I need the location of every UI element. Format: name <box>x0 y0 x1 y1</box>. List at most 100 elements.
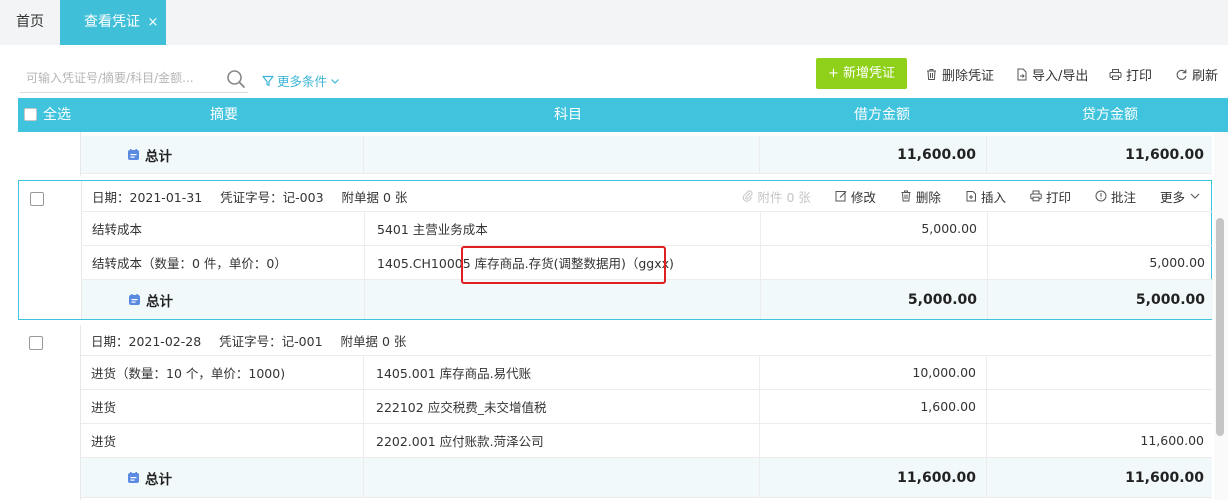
total-subject-cell <box>363 458 759 497</box>
select-all-checkbox[interactable] <box>24 108 37 121</box>
voucher-info: 日期：2021-01-31 凭证字号：记-003 附单据 0 张 <box>92 181 407 211</box>
voucher-date: 日期：2021-01-31 <box>92 189 203 205</box>
refresh-button[interactable]: 刷新 <box>1175 65 1218 84</box>
chevron-down-icon <box>331 78 339 84</box>
voucher-info-row: 日期：2021-01-31 凭证字号：记-003 附单据 0 张 附件 0 张 … <box>82 181 1213 212</box>
delete-voucher-button[interactable]: 删除凭证 <box>925 65 994 84</box>
select-column <box>18 132 81 176</box>
entry-subject: 5401 主营业务成本 <box>364 212 760 245</box>
entry-debit: 5,000.00 <box>760 212 987 245</box>
total-debit: 5,000.00 <box>760 280 987 319</box>
entry-summary: 进货 <box>91 434 117 449</box>
total-label: 总计 <box>128 280 173 319</box>
column-header-subject: 科目 <box>554 107 582 123</box>
entry-summary: 结转成本（数量：0 件，单价：0） <box>92 256 287 271</box>
column-header-summary: 摘要 <box>210 107 238 123</box>
entry-credit <box>986 356 1212 389</box>
total-label-text: 总计 <box>145 471 172 488</box>
voucher-attachments: 附单据 0 张 <box>340 333 407 349</box>
voucher-checkbox[interactable] <box>29 336 43 350</box>
more-conditions-button[interactable]: 更多条件 <box>262 71 340 90</box>
entry-credit: 11,600.00 <box>986 424 1212 457</box>
total-row: 总计 5,000.00 5,000.00 <box>82 280 1213 319</box>
table-row[interactable]: 进货（数量：10 个，单价：1000) 1405.001 库存商品.易代账 10… <box>81 356 1212 390</box>
printer-icon <box>1109 69 1122 80</box>
tab-home[interactable]: 首页 <box>0 0 60 45</box>
total-label-text: 总计 <box>145 148 172 165</box>
scrollbar-thumb[interactable] <box>1216 218 1224 436</box>
entry-debit: 1,600.00 <box>759 390 986 423</box>
paperclip-icon <box>742 190 752 202</box>
search-box <box>20 65 248 93</box>
total-label: 总计 <box>127 458 172 497</box>
edit-icon <box>835 191 847 202</box>
print-button[interactable]: 打印 <box>1109 65 1152 84</box>
table-row[interactable]: 进货 222102 应交税费_未交增值税 1,600.00 <box>81 390 1212 424</box>
import-icon <box>1017 68 1027 81</box>
edit-button[interactable]: 修改 <box>835 187 876 206</box>
search-icon[interactable] <box>226 69 246 89</box>
voucher-group[interactable]: 日期：2021-01-31 凭证字号：记-003 附单据 0 张 附件 0 张 … <box>18 180 1213 320</box>
voucher-info: 日期：2021-02-28 凭证字号：记-001 附单据 0 张 <box>91 325 406 355</box>
entry-credit <box>986 390 1212 423</box>
entry-debit <box>760 246 987 279</box>
voucher-actions: 附件 0 张 修改 删除 插入 打印 批注 更多 <box>742 181 1214 211</box>
total-label: 总计 <box>127 136 172 173</box>
total-debit: 11,600.00 <box>759 458 986 497</box>
delete-voucher-label: 删除凭证 <box>942 69 995 84</box>
edit-label: 修改 <box>850 189 876 205</box>
toolbar: 更多条件 + 新增凭证 删除凭证 导入/导出 打印 刷新 <box>0 45 1228 98</box>
table-row[interactable]: 进货 2202.001 应付账款.菏泽公司 11,600.00 <box>81 424 1212 458</box>
calendar-icon <box>128 472 139 483</box>
total-debit: 11,600.00 <box>759 136 986 173</box>
delete-button[interactable]: 删除 <box>900 187 941 206</box>
print-voucher-button[interactable]: 打印 <box>1030 187 1071 206</box>
voucher-date: 日期：2021-02-28 <box>91 333 202 349</box>
total-credit: 5,000.00 <box>987 280 1213 319</box>
entry-credit <box>987 212 1213 245</box>
entry-summary: 进货（数量：10 个，单价：1000) <box>91 366 286 381</box>
delete-label: 删除 <box>915 189 941 205</box>
calendar-icon <box>128 149 139 160</box>
import-export-button[interactable]: 导入/导出 <box>1015 65 1088 84</box>
table-row[interactable]: 结转成本（数量：0 件，单价：0） 1405.CH10005 库存商品.存货(调… <box>82 246 1213 280</box>
trash-icon <box>901 190 911 202</box>
entry-summary: 结转成本 <box>92 222 143 237</box>
search-input[interactable] <box>20 65 216 91</box>
select-all[interactable]: 全选 <box>24 98 71 132</box>
entry-credit: 5,000.00 <box>987 246 1213 279</box>
total-subject-cell <box>363 136 759 173</box>
refresh-icon <box>1176 69 1187 80</box>
printer-icon <box>1030 190 1042 202</box>
voucher-group[interactable]: 日期：2021-02-28 凭证字号：记-001 附单据 0 张 进货（数量：1… <box>18 325 1212 500</box>
close-icon[interactable]: × <box>147 15 158 30</box>
table-row[interactable]: 结转成本 5401 主营业务成本 5,000.00 <box>82 212 1213 246</box>
entry-debit <box>759 424 986 457</box>
tab-view-voucher-label: 查看凭证 <box>84 14 140 30</box>
scrollbar[interactable] <box>1214 132 1228 500</box>
more-button[interactable]: 更多 <box>1160 187 1201 206</box>
tab-bar: 首页 查看凭证 × <box>0 0 1228 45</box>
filter-icon <box>262 75 274 86</box>
print-voucher-label: 打印 <box>1045 189 1071 205</box>
annotate-button[interactable]: 批注 <box>1095 187 1136 206</box>
voucher-checkbox[interactable] <box>30 192 44 206</box>
entry-subject: 1405.001 库存商品.易代账 <box>363 356 759 389</box>
insert-button[interactable]: 插入 <box>965 187 1006 206</box>
more-conditions-label: 更多条件 <box>277 74 328 89</box>
insert-label: 插入 <box>980 189 1006 205</box>
add-voucher-button[interactable]: + 新增凭证 <box>816 58 907 89</box>
attachment-button[interactable]: 附件 0 张 <box>742 187 811 206</box>
print-label: 打印 <box>1126 69 1153 84</box>
select-column <box>19 181 82 319</box>
attachment-label: 附件 0 张 <box>757 189 811 205</box>
import-export-label: 导入/导出 <box>1032 69 1089 84</box>
annotate-label: 批注 <box>1110 189 1136 205</box>
tab-view-voucher[interactable]: 查看凭证 × <box>60 0 166 45</box>
entry-subject: 1405.CH10005 库存商品.存货(调整数据用)（ggxx) <box>364 246 760 279</box>
table-header: 全选 摘要 科目 借方金额 贷方金额 <box>18 98 1228 132</box>
voucher-group-previous: 总计 11,600.00 11,600.00 <box>18 132 1212 176</box>
more-label: 更多 <box>1159 189 1185 205</box>
total-row: 总计 11,600.00 11,600.00 <box>81 458 1212 498</box>
refresh-label: 刷新 <box>1192 69 1219 84</box>
